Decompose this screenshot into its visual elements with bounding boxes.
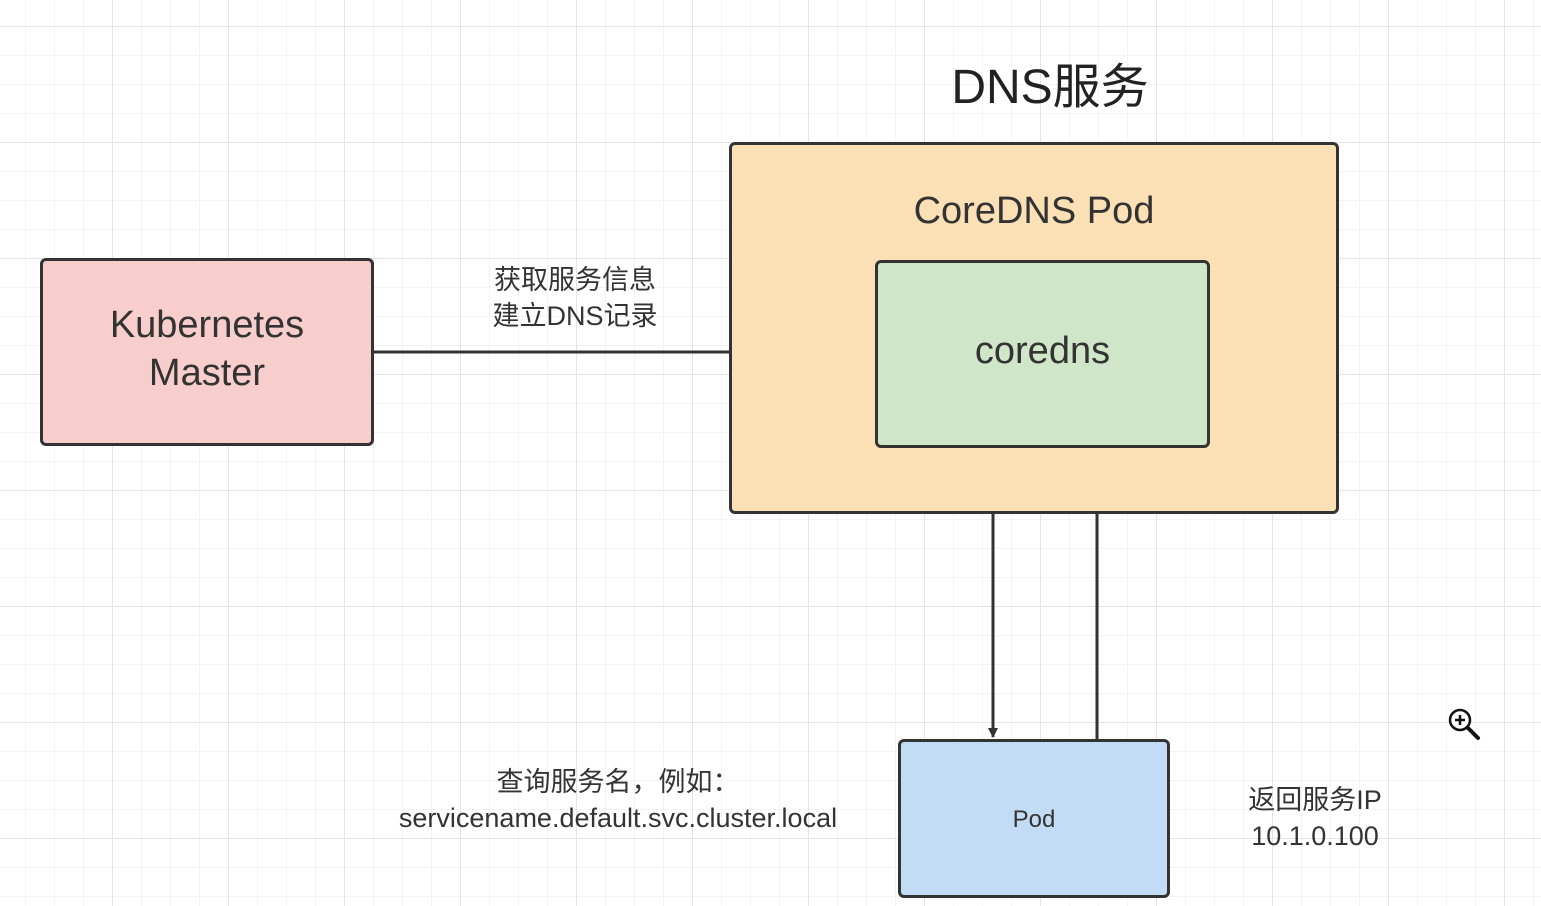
- zoom-in-icon: [1448, 708, 1480, 740]
- kubernetes-master-label: Kubernetes Master: [109, 304, 305, 394]
- kubernetes-master-node[interactable]: Kubernetes Master: [40, 258, 374, 446]
- pod-label: Pod: [1012, 805, 1056, 833]
- coredns-label: coredns: [974, 329, 1111, 372]
- diagram-title: DNS服务: [951, 61, 1149, 114]
- return-service-ip-label: 返回服务IP 10.1.0.100: [1248, 785, 1382, 851]
- coredns-pod-label: CoreDNS Pod: [913, 190, 1155, 232]
- pod-node[interactable]: Pod: [898, 739, 1170, 898]
- query-service-name-label: 查询服务名，例如： servicename.default.svc.cluste…: [398, 767, 838, 833]
- coredns-node[interactable]: coredns: [875, 260, 1210, 448]
- fetch-service-info-label: 获取服务信息 建立DNS记录: [492, 265, 658, 331]
